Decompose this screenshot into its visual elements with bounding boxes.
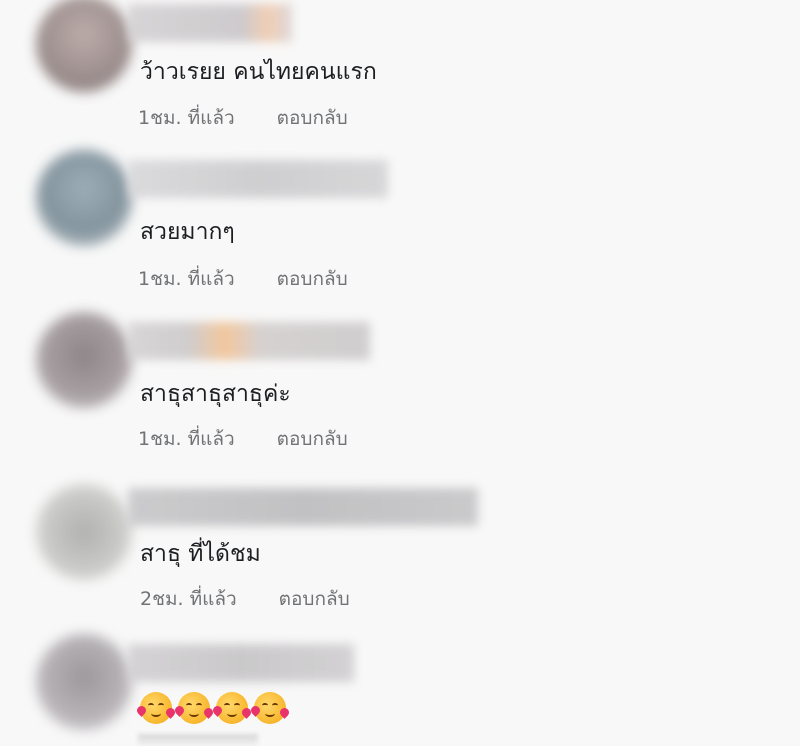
avatar[interactable] [36,312,132,408]
comment-time[interactable]: 1ชม. ที่แล้ว [138,107,235,129]
reply-button[interactable]: ตอบกลับ [277,428,348,450]
comment-item: สวยมากๆ 1ชม. ที่แล้ว ตอบกลับ [0,150,800,320]
comment-item [0,634,800,746]
comment-text: สาธุ ที่ได้ชม [140,541,261,567]
reply-button[interactable]: ตอบกลับ [279,588,350,610]
comment-text: สาธุสาธุสาธุค่ะ [140,381,291,407]
author-name-blurred[interactable] [128,488,478,526]
comment-time[interactable]: 1ชม. ที่แล้ว [138,268,235,290]
author-name-blurred[interactable] [128,644,354,682]
comment-meta: 1ชม. ที่แล้ว ตอบกลับ [138,103,348,133]
smiling-face-with-hearts-icon [178,692,210,724]
comment-list: ว้าวเรยย คนไทยคนแรก 1ชม. ที่แล้ว ตอบกลับ … [0,0,800,746]
author-name-blurred[interactable] [128,322,370,360]
comment-text: ว้าวเรยย คนไทยคนแรก [140,59,377,85]
author-name-blurred[interactable] [128,160,388,198]
comment-item: สาธุสาธุสาธุค่ะ 1ชม. ที่แล้ว ตอบกลับ [0,312,800,480]
smiling-face-with-hearts-icon [140,692,172,724]
author-name-blurred[interactable] [128,4,292,42]
comment-meta: 1ชม. ที่แล้ว ตอบกลับ [138,264,348,294]
comment-emoji-row [140,692,286,724]
comment-text: สวยมากๆ [140,219,235,245]
smiling-face-with-hearts-icon [216,692,248,724]
reply-button[interactable]: ตอบกลับ [277,268,348,290]
avatar[interactable] [36,150,132,246]
comment-item: สาธุ ที่ได้ชม 2ชม. ที่แล้ว ตอบกลับ [0,480,800,640]
comment-time[interactable]: 1ชม. ที่แล้ว [138,428,235,450]
comment-item: ว้าวเรยย คนไทยคนแรก 1ชม. ที่แล้ว ตอบกลับ [0,0,800,160]
avatar[interactable] [36,634,132,730]
comment-meta-cutoff [138,734,258,746]
comment-time[interactable]: 2ชม. ที่แล้ว [140,588,237,610]
reply-button[interactable]: ตอบกลับ [277,107,348,129]
avatar[interactable] [36,484,132,580]
comment-meta: 1ชม. ที่แล้ว ตอบกลับ [138,424,348,454]
smiling-face-with-hearts-icon [254,692,286,724]
comment-meta: 2ชม. ที่แล้ว ตอบกลับ [140,584,350,614]
avatar[interactable] [36,0,132,92]
